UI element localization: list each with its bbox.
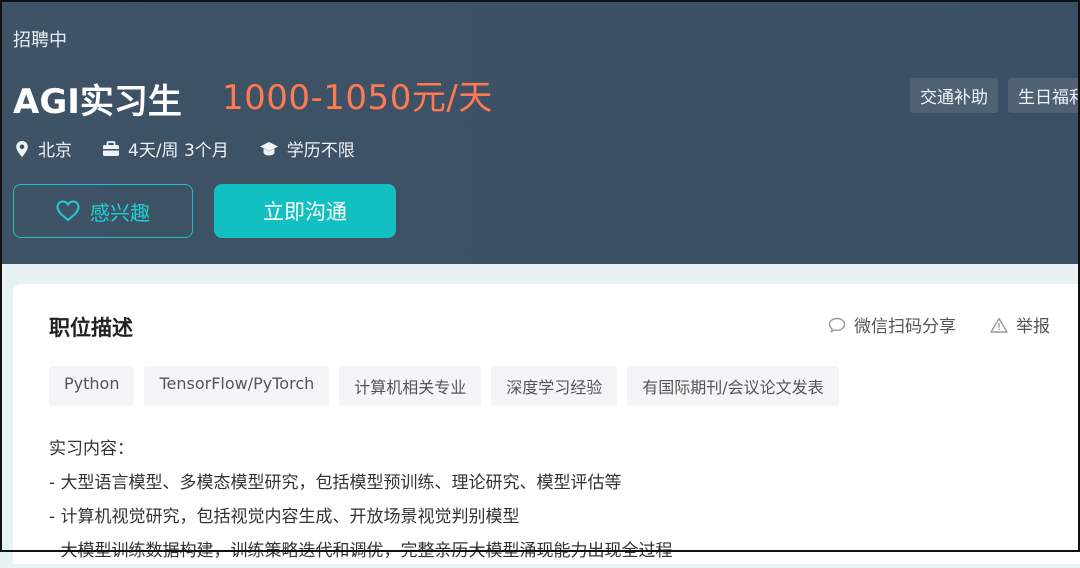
location-text: 北京 xyxy=(38,141,72,161)
wechat-share-label: 微信扫码分享 xyxy=(854,317,956,337)
job-description-text: 实习内容： - 大型语言模型、多模态模型研究，包括模型预训练、理论研究、模型评估… xyxy=(49,432,673,568)
job-meta: 北京 4天/周 3个月 学历不限 xyxy=(14,136,385,161)
meta-education: 学历不限 xyxy=(259,136,355,161)
chat-now-button[interactable]: 立即沟通 xyxy=(214,184,396,238)
description-line: - 大模型训练数据构建，训练策略迭代和调优，完整亲历大模型涌现能力出现全过程 xyxy=(49,541,673,561)
chat-bubble-icon xyxy=(828,317,846,333)
benefit-tag: 交通补助 xyxy=(910,78,998,113)
job-header: 招聘中 AGI实习生 1000-1050元/天 交通补助 生日福利 北京 4天/… xyxy=(0,0,1080,264)
skill-tag: TensorFlow/PyTorch xyxy=(144,366,330,406)
skill-tag: 计算机相关专业 xyxy=(339,366,482,406)
description-line: 实习内容： xyxy=(49,439,134,459)
meta-location: 北京 xyxy=(14,136,72,161)
graduation-cap-icon xyxy=(259,141,278,155)
skill-tag: Python xyxy=(49,366,135,406)
benefit-tags: 交通补助 生日福利 xyxy=(910,78,1080,113)
salary: 1000-1050元/天 xyxy=(222,78,493,118)
skill-tag: 有国际期刊/会议论文发表 xyxy=(627,366,839,406)
heart-icon xyxy=(56,200,80,222)
interest-button[interactable]: 感兴趣 xyxy=(13,184,193,238)
chat-now-label: 立即沟通 xyxy=(263,200,347,224)
warning-icon xyxy=(990,317,1008,333)
skill-tag: 深度学习经验 xyxy=(491,366,618,406)
benefit-tag: 生日福利 xyxy=(1008,78,1080,113)
location-pin-icon xyxy=(16,140,28,157)
report-button[interactable]: 举报 xyxy=(990,312,1050,337)
status-label: 招聘中 xyxy=(13,30,67,51)
education-text: 学历不限 xyxy=(286,141,355,161)
report-label: 举报 xyxy=(1016,317,1050,337)
interest-label: 感兴趣 xyxy=(90,200,150,225)
description-line: - 计算机视觉研究，包括视觉内容生成、开放场景视觉判别模型 xyxy=(49,507,520,527)
section-title: 职位描述 xyxy=(49,316,133,340)
meta-schedule: 4天/周 3个月 xyxy=(102,136,229,161)
wechat-share-button[interactable]: 微信扫码分享 xyxy=(828,312,956,337)
card-actions: 微信扫码分享 举报 xyxy=(794,312,1050,337)
description-line: - 大型语言模型、多模态模型研究，包括模型预训练、理论研究、模型评估等 xyxy=(49,473,622,493)
briefcase-icon xyxy=(103,140,119,156)
job-description-card: 职位描述 微信扫码分享 举报 Python TensorFlow/PyTorch… xyxy=(13,284,1080,564)
schedule-text: 4天/周 3个月 xyxy=(128,141,229,161)
job-title: AGI实习生 xyxy=(13,82,182,122)
skill-tags: Python TensorFlow/PyTorch 计算机相关专业 深度学习经验… xyxy=(49,366,839,406)
